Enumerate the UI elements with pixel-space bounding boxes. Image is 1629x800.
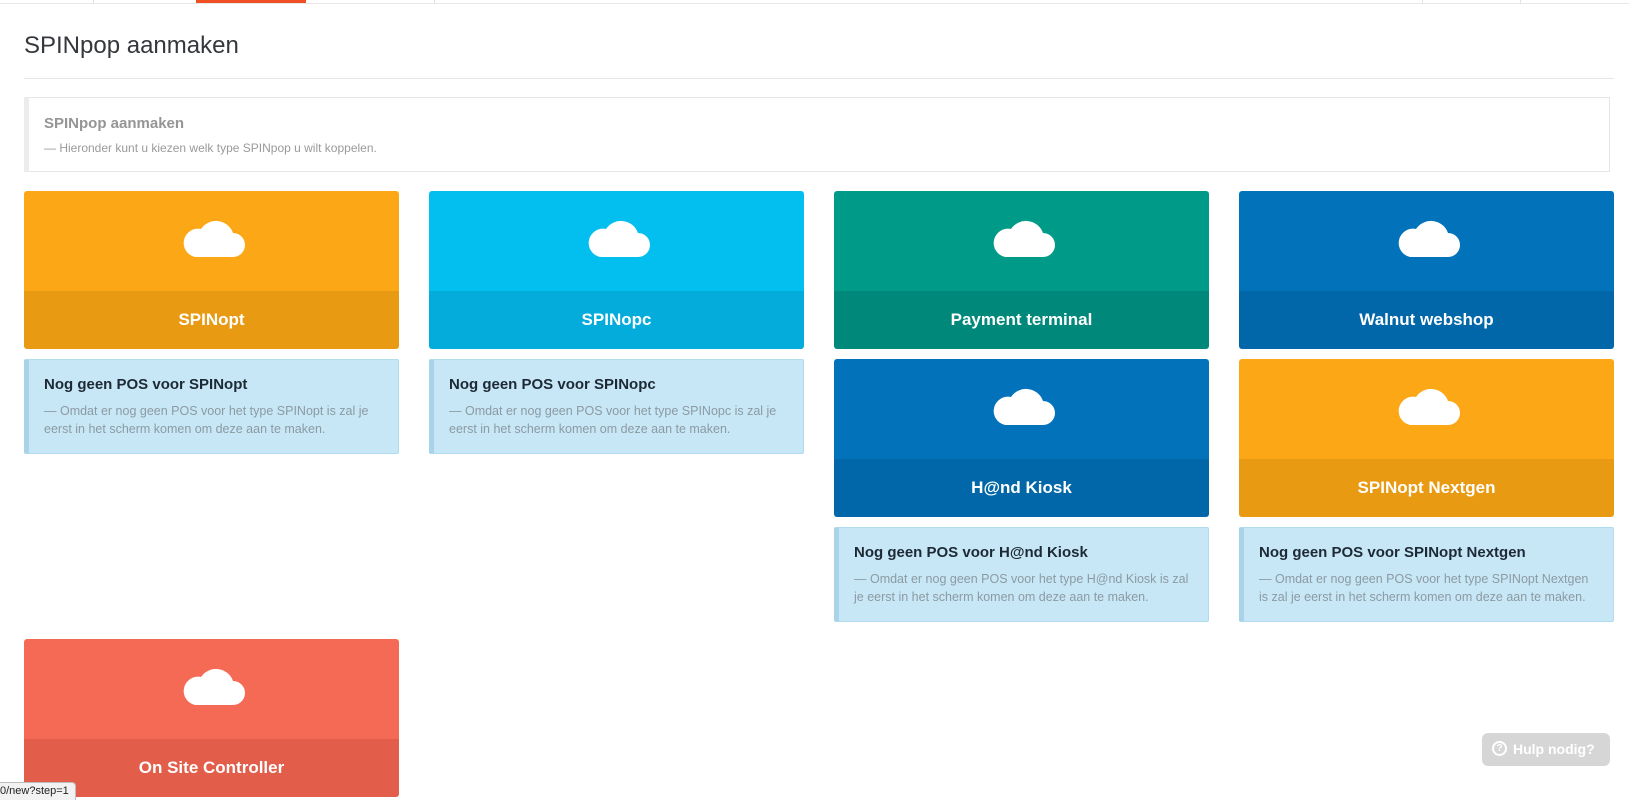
cloud-icon xyxy=(183,220,245,257)
cloud-icon xyxy=(993,388,1055,425)
help-label: Hulp nodig? xyxy=(1513,741,1595,757)
status-bar-url: 0/new?step=1 xyxy=(0,782,76,800)
cloud-icon xyxy=(588,220,650,257)
notice-spinopt: Nog geen POS voor SPINopt — Omdat er nog… xyxy=(24,359,399,454)
notice-hand-kiosk: Nog geen POS voor H@nd Kiosk — Omdat er … xyxy=(834,527,1209,622)
tile-hand-kiosk[interactable]: H@nd Kiosk xyxy=(834,359,1209,517)
tile-label: Payment terminal xyxy=(950,310,1093,329)
notice-text: — Omdat er nog geen POS voor het type SP… xyxy=(44,404,369,436)
tile-spinopc[interactable]: SPINopc xyxy=(429,191,804,349)
notice-text: — Omdat er nog geen POS voor het type SP… xyxy=(1259,572,1589,604)
notice-text: — Omdat er nog geen POS voor het type SP… xyxy=(449,404,777,436)
nav-divider xyxy=(434,0,435,4)
nav-divider xyxy=(93,0,94,4)
cloud-icon xyxy=(1398,388,1460,425)
notice-title: Nog geen POS voor SPINopt xyxy=(44,376,248,393)
tile-label: SPINopt Nextgen xyxy=(1357,478,1496,497)
question-icon: ? xyxy=(1492,741,1507,757)
tile-spinopt-nextgen[interactable]: SPINopt Nextgen xyxy=(1239,359,1614,517)
notice-title: Nog geen POS voor SPINopc xyxy=(449,376,656,393)
notice-text: — Omdat er nog geen POS voor het type H@… xyxy=(854,572,1189,604)
top-navigation xyxy=(0,0,1629,4)
tile-payment-terminal[interactable]: Payment terminal xyxy=(834,191,1209,349)
nav-divider xyxy=(1520,0,1521,4)
title-divider xyxy=(24,78,1614,79)
nav-active-tab-indicator[interactable] xyxy=(196,0,306,3)
cloud-icon xyxy=(993,220,1055,257)
intro-panel: SPINpop aanmaken — Hieronder kunt u kiez… xyxy=(24,97,1610,172)
intro-text: — Hieronder kunt u kiezen welk type SPIN… xyxy=(44,141,377,155)
notice-spinopc: Nog geen POS voor SPINopc — Omdat er nog… xyxy=(429,359,804,454)
tile-label: SPINopc xyxy=(581,310,652,329)
tile-label: H@nd Kiosk xyxy=(971,478,1072,497)
help-button[interactable]: ? Hulp nodig? xyxy=(1482,733,1610,766)
tile-on-site-controller[interactable]: On Site Controller xyxy=(24,639,399,797)
tile-label: Walnut webshop xyxy=(1359,310,1494,329)
nav-divider xyxy=(1422,0,1423,4)
notice-spinopt-nextgen: Nog geen POS voor SPINopt Nextgen — Omda… xyxy=(1239,527,1614,622)
tile-spinopt[interactable]: SPINopt xyxy=(24,191,399,349)
cloud-icon xyxy=(1398,220,1460,257)
intro-title: SPINpop aanmaken xyxy=(44,115,185,132)
tile-label: SPINopt xyxy=(178,310,245,329)
tile-walnut-webshop[interactable]: Walnut webshop xyxy=(1239,191,1614,349)
cloud-icon xyxy=(183,668,245,705)
notice-title: Nog geen POS voor H@nd Kiosk xyxy=(854,544,1088,561)
page-title: SPINpop aanmaken xyxy=(24,32,239,59)
tile-label: On Site Controller xyxy=(138,758,285,777)
notice-title: Nog geen POS voor SPINopt Nextgen xyxy=(1259,544,1526,561)
